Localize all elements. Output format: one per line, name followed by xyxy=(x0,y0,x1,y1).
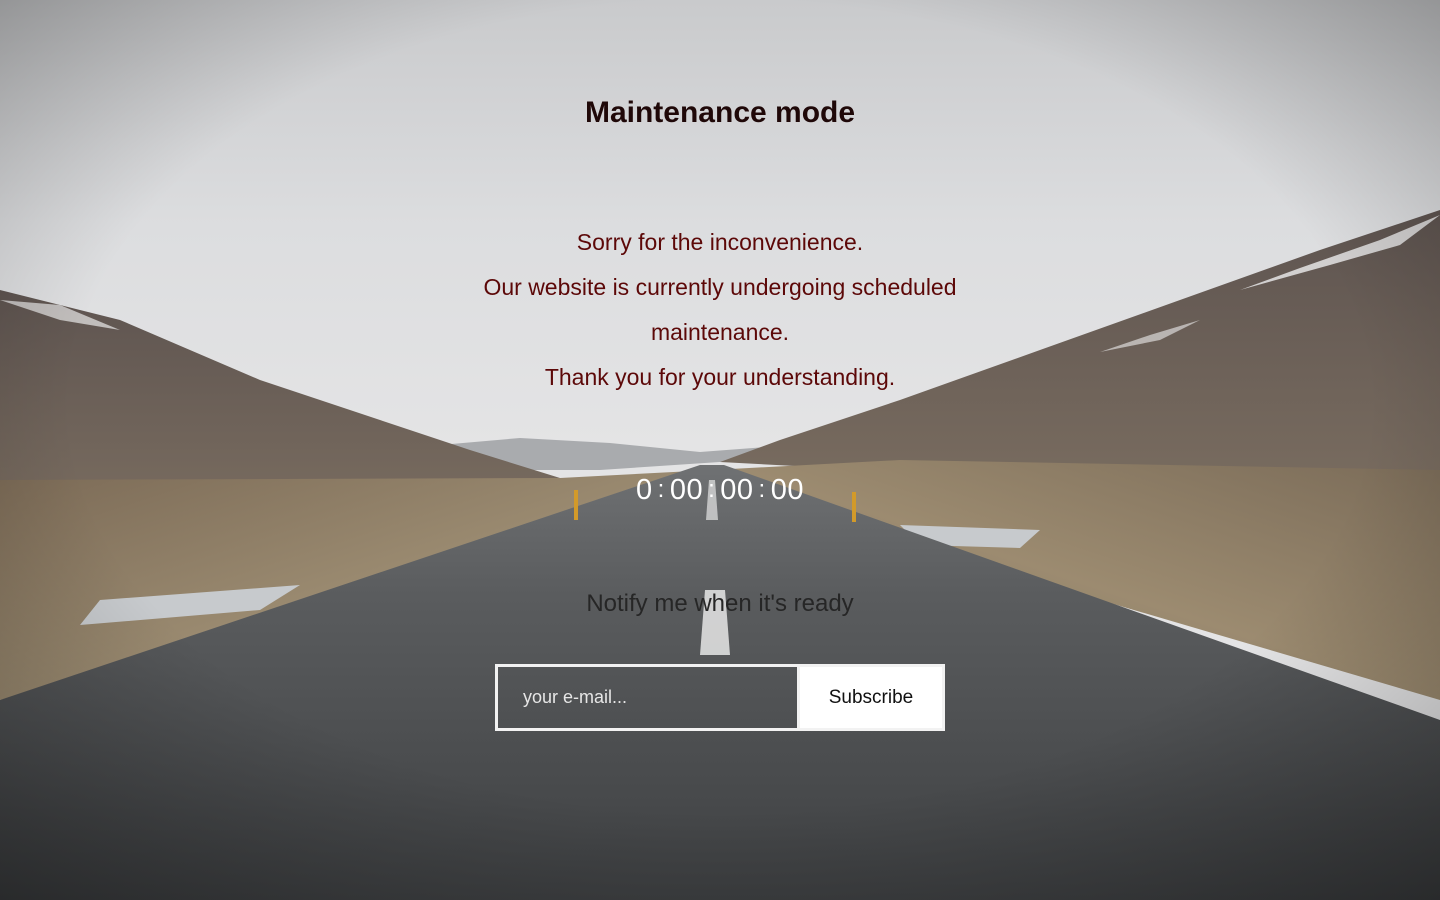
subscribe-button[interactable]: Subscribe xyxy=(800,667,942,728)
email-input[interactable] xyxy=(498,667,800,728)
countdown-seconds: 00 xyxy=(770,474,804,506)
message-line: Sorry for the inconvenience. xyxy=(576,229,864,255)
countdown-timer: 0:00:00:00 xyxy=(0,474,1440,507)
countdown-separator: : xyxy=(708,476,716,503)
countdown-separator: : xyxy=(657,476,665,503)
countdown-minutes: 00 xyxy=(720,474,754,506)
maintenance-page: Maintenance mode Sorry for the inconveni… xyxy=(0,0,1440,900)
message-line: Our website is currently undergoing sche… xyxy=(483,274,957,345)
countdown-hours: 00 xyxy=(669,474,704,506)
message-line: Thank you for your understanding. xyxy=(544,364,896,390)
subscribe-form: Subscribe xyxy=(495,664,945,731)
page-title: Maintenance mode xyxy=(584,96,856,129)
maintenance-message: Sorry for the inconvenience. Our website… xyxy=(460,220,980,400)
countdown-separator: : xyxy=(758,476,766,503)
countdown-days: 0 xyxy=(636,474,653,506)
notify-heading: Notify me when it's ready xyxy=(586,590,854,617)
background-road-photo xyxy=(0,0,1440,900)
